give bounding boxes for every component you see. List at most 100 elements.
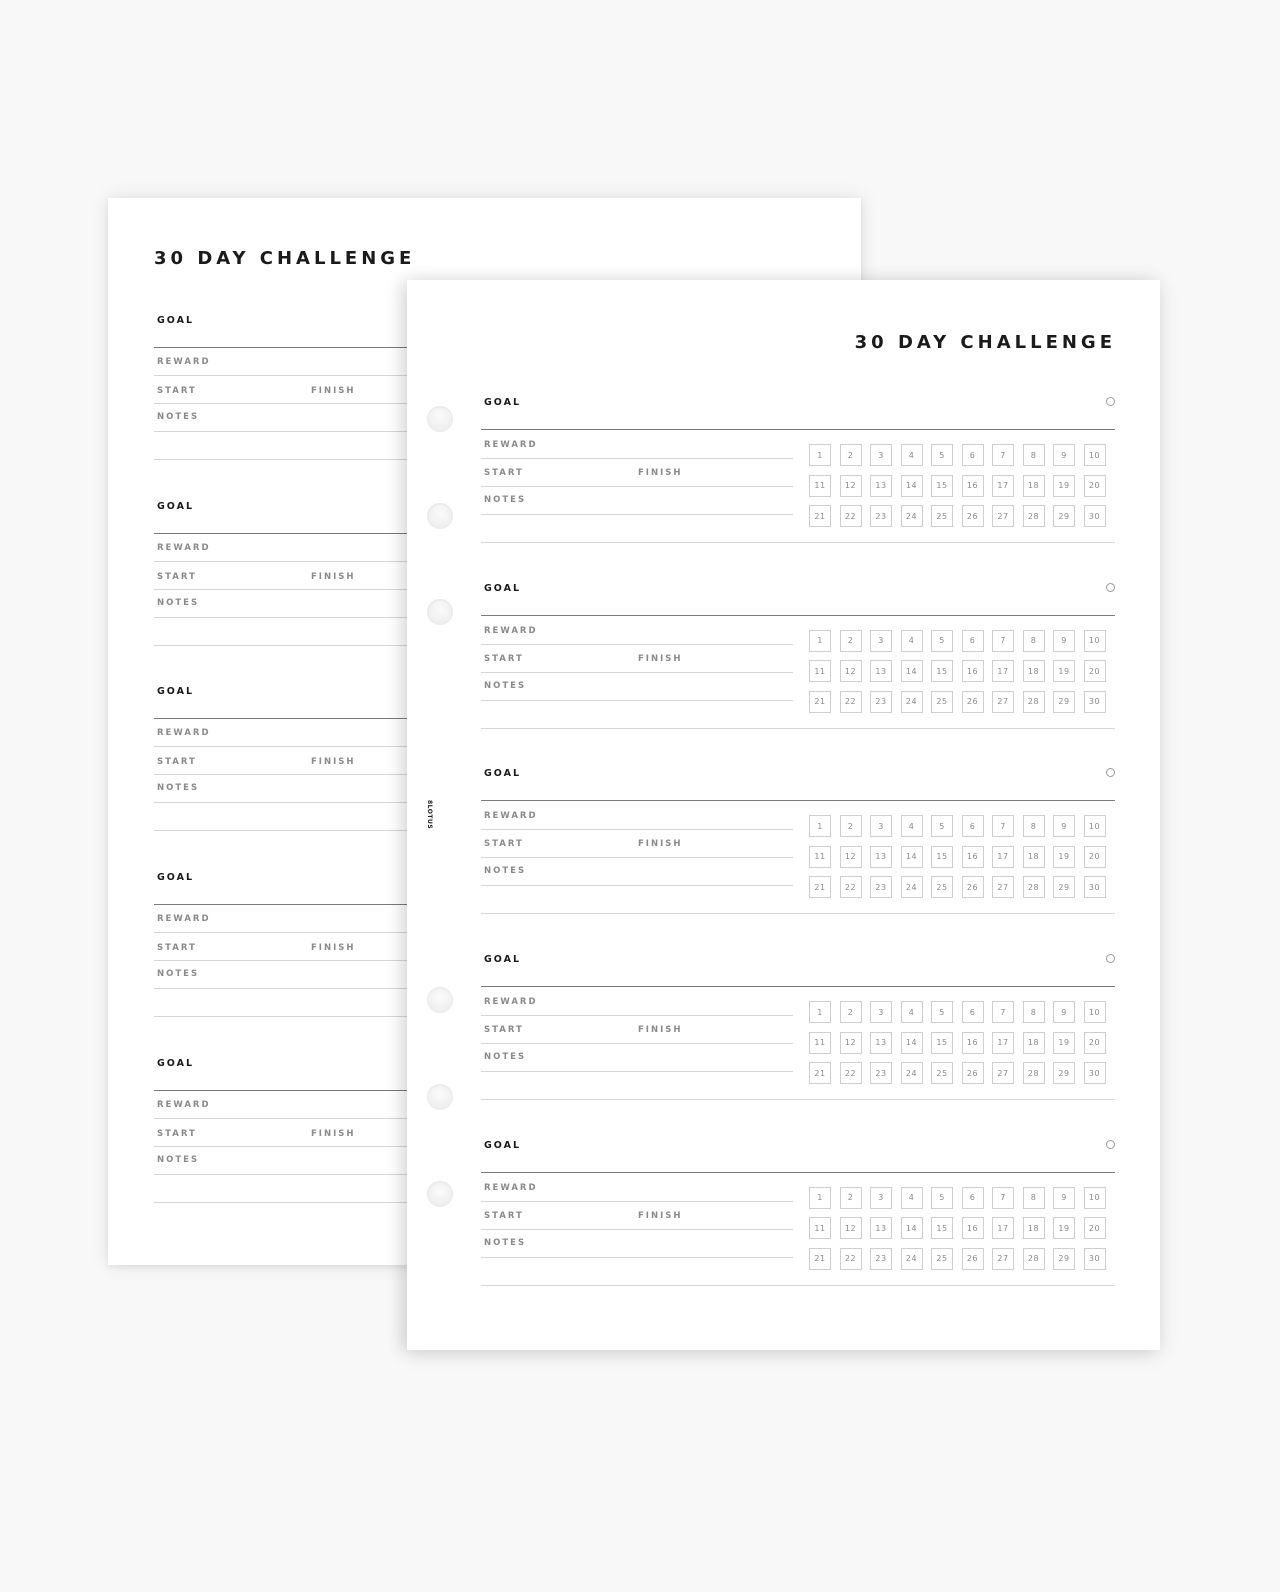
day-checkbox[interactable]: 6 [961,444,984,466]
day-checkbox[interactable]: 13 [870,1217,892,1240]
notes-input-line[interactable] [481,699,793,701]
start-finish-input-line[interactable] [481,671,793,673]
day-checkbox[interactable]: 20 [1083,660,1106,683]
day-checkbox[interactable]: 13 [870,1031,892,1054]
day-checkbox[interactable]: 25 [931,690,953,713]
day-checkbox[interactable]: 25 [931,1062,953,1085]
day-checkbox[interactable]: 16 [961,474,984,497]
day-checkbox[interactable]: 17 [992,1217,1014,1240]
day-checkbox[interactable]: 10 [1083,815,1106,838]
completion-checkbox[interactable] [1106,397,1115,406]
day-checkbox[interactable]: 23 [870,1247,892,1270]
goal-input-line[interactable] [481,429,1115,430]
day-checkbox[interactable]: 17 [992,1031,1014,1054]
day-checkbox[interactable]: 9 [1053,815,1075,838]
day-checkbox[interactable]: 18 [1022,660,1045,683]
day-checkbox[interactable]: 30 [1083,690,1106,713]
day-checkbox[interactable]: 9 [1053,1001,1075,1024]
day-checkbox[interactable]: 21 [809,1247,831,1270]
day-checkbox[interactable]: 8 [1022,1001,1045,1024]
completion-checkbox[interactable] [1106,1139,1115,1149]
day-checkbox[interactable]: 27 [992,1247,1014,1270]
day-checkbox[interactable]: 27 [992,690,1014,713]
start-finish-input-line[interactable] [481,486,793,487]
day-checkbox[interactable]: 19 [1053,1217,1075,1240]
day-checkbox[interactable]: 5 [931,815,953,838]
day-checkbox[interactable]: 21 [809,690,831,713]
day-checkbox[interactable]: 19 [1053,474,1075,497]
day-checkbox[interactable]: 7 [992,1001,1014,1024]
day-checkbox[interactable]: 1 [809,815,831,838]
day-checkbox[interactable]: 29 [1053,1062,1075,1085]
day-checkbox[interactable]: 28 [1022,690,1045,713]
day-checkbox[interactable]: 14 [900,845,923,868]
day-checkbox[interactable]: 2 [839,1001,862,1024]
day-checkbox[interactable]: 21 [809,876,831,899]
day-checkbox[interactable]: 14 [900,1031,923,1054]
day-checkbox[interactable]: 11 [809,845,831,868]
day-checkbox[interactable]: 1 [809,1001,831,1024]
day-checkbox[interactable]: 2 [839,444,862,466]
day-checkbox[interactable]: 25 [931,876,953,899]
day-checkbox[interactable]: 8 [1022,629,1045,652]
day-checkbox[interactable]: 15 [931,1217,953,1240]
day-checkbox[interactable]: 14 [900,1217,923,1240]
day-checkbox[interactable]: 10 [1083,1001,1106,1024]
day-checkbox[interactable]: 16 [961,1031,984,1054]
day-checkbox[interactable]: 4 [900,815,923,838]
day-checkbox[interactable]: 3 [870,1186,892,1209]
day-checkbox[interactable]: 3 [870,1001,892,1024]
day-checkbox[interactable]: 30 [1083,1062,1106,1085]
day-checkbox[interactable]: 19 [1053,660,1075,683]
day-checkbox[interactable]: 29 [1053,505,1075,527]
day-checkbox[interactable]: 2 [839,815,862,838]
day-checkbox[interactable]: 7 [992,444,1014,466]
day-checkbox[interactable]: 1 [809,444,831,466]
day-checkbox[interactable]: 15 [931,1031,953,1054]
day-checkbox[interactable]: 28 [1022,1062,1045,1085]
start-finish-input-line[interactable] [481,857,793,859]
day-checkbox[interactable]: 7 [992,1186,1014,1209]
day-checkbox[interactable]: 4 [900,1186,923,1209]
reward-input-line[interactable] [481,458,793,459]
day-checkbox[interactable]: 5 [931,1186,953,1209]
day-checkbox[interactable]: 15 [931,660,953,683]
day-checkbox[interactable]: 3 [870,629,892,652]
day-checkbox[interactable]: 21 [809,505,831,527]
start-finish-input-line[interactable] [481,1043,793,1045]
day-checkbox[interactable]: 10 [1083,444,1106,466]
day-checkbox[interactable]: 25 [931,1247,953,1270]
day-checkbox[interactable]: 3 [870,815,892,838]
day-checkbox[interactable]: 11 [809,1217,831,1240]
day-checkbox[interactable]: 12 [839,474,862,497]
notes-input-line[interactable] [481,1256,793,1258]
day-checkbox[interactable]: 18 [1022,474,1045,497]
day-checkbox[interactable]: 23 [870,690,892,713]
day-checkbox[interactable]: 30 [1083,1247,1106,1270]
day-checkbox[interactable]: 30 [1083,505,1106,527]
day-checkbox[interactable]: 25 [931,505,953,527]
day-checkbox[interactable]: 14 [900,474,923,497]
day-checkbox[interactable]: 24 [900,505,923,527]
day-checkbox[interactable]: 7 [992,629,1014,652]
day-checkbox[interactable]: 30 [1083,876,1106,899]
day-checkbox[interactable]: 10 [1083,629,1106,652]
day-checkbox[interactable]: 16 [961,845,984,868]
day-checkbox[interactable]: 6 [961,1001,984,1024]
notes-input-line[interactable] [481,1071,793,1073]
day-checkbox[interactable]: 26 [961,1062,984,1085]
goal-input-line[interactable] [481,1171,1115,1173]
day-checkbox[interactable]: 9 [1053,444,1075,466]
day-checkbox[interactable]: 8 [1022,1186,1045,1209]
day-checkbox[interactable]: 27 [992,876,1014,899]
reward-input-line[interactable] [481,829,793,831]
day-checkbox[interactable]: 22 [839,876,862,899]
day-checkbox[interactable]: 28 [1022,1247,1045,1270]
day-checkbox[interactable]: 20 [1083,845,1106,868]
notes-input-line[interactable] [481,885,793,887]
day-checkbox[interactable]: 11 [809,474,831,497]
day-checkbox[interactable]: 16 [961,660,984,683]
day-checkbox[interactable]: 9 [1053,629,1075,652]
day-checkbox[interactable]: 1 [809,629,831,652]
day-checkbox[interactable]: 18 [1022,1031,1045,1054]
